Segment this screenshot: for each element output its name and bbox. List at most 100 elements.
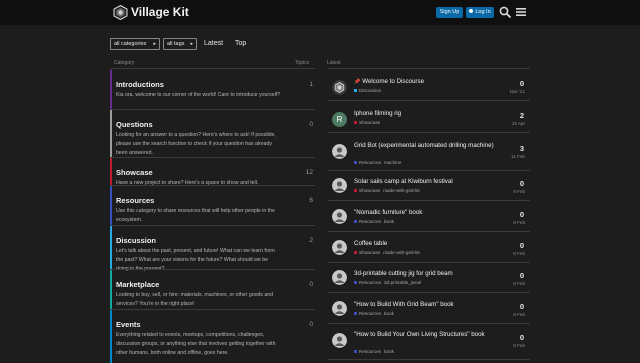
topic-category[interactable]: Showcase: [359, 250, 380, 255]
caret-right-icon: ▸: [153, 41, 156, 47]
topic-title[interactable]: Iphone filming rig: [354, 110, 494, 119]
category-row[interactable]: Discussion Let's talk about the past, pre…: [110, 226, 315, 272]
village-kit-logo-icon[interactable]: [113, 5, 128, 20]
divider: [328, 292, 530, 293]
category-badge-icon: [354, 219, 357, 223]
latest-column-header: Latest: [327, 60, 341, 66]
topic-reply-count: 3: [519, 144, 524, 153]
topic-title[interactable]: Grid Bot (experimental automated drillin…: [354, 142, 494, 151]
category-topic-count: 2: [309, 237, 313, 244]
topic-tag[interactable]: made-with-grid-kit: [383, 250, 420, 255]
category-row[interactable]: Marketplace Looking to buy, sell, or hire…: [110, 270, 315, 310]
person-icon: [469, 8, 474, 13]
topic-title[interactable]: 📌 Welcome to Discourse: [354, 78, 494, 87]
topic-row[interactable]: "Nomadic furniture" book Resources book 0 8 …: [330, 203, 530, 231]
log-in-button[interactable]: Log In: [466, 7, 494, 18]
topic-activity-date[interactable]: 8 Feb: [513, 281, 525, 286]
category-column-header: Category: [114, 60, 135, 66]
category-color-bar: [110, 70, 112, 110]
topic-activity-date[interactable]: 8 Feb: [513, 220, 525, 225]
divider: [110, 309, 315, 310]
divider: [328, 323, 530, 324]
topic-title[interactable]: 3d-printable cutting jig for grid beam: [354, 270, 494, 279]
avatar[interactable]: [332, 270, 347, 285]
avatar[interactable]: R: [332, 112, 347, 127]
topic-reply-count: 0: [519, 333, 524, 342]
topic-row[interactable]: 📌 Welcome to Discourse Discussion 0 Nov '21: [330, 72, 530, 100]
category-name[interactable]: Resources: [116, 196, 154, 205]
topic-meta: Showcase made-with-grid-kit: [354, 250, 420, 255]
avatar[interactable]: [332, 209, 347, 224]
categories-dropdown[interactable]: all categories ▸: [110, 38, 160, 50]
topic-tag[interactable]: book: [384, 349, 394, 354]
topic-category[interactable]: Resources: [359, 219, 381, 224]
category-badge-icon: [354, 160, 357, 164]
category-row[interactable]: Introductions Kia ora, welcome to our cor…: [110, 70, 315, 110]
avatar[interactable]: [332, 144, 347, 159]
topics-column-header: Topics: [295, 60, 310, 66]
topic-tag[interactable]: book: [384, 311, 394, 316]
avatar[interactable]: [332, 240, 347, 255]
topic-tag[interactable]: book: [384, 219, 394, 224]
topic-title[interactable]: "How to Build With Grid Beam" book: [354, 301, 494, 310]
topic-category[interactable]: Resources: [359, 311, 381, 316]
category-name[interactable]: Questions: [116, 120, 153, 129]
topic-category[interactable]: Resources: [359, 349, 381, 354]
topic-activity-date[interactable]: 11 Feb: [511, 154, 525, 159]
topic-row[interactable]: Coffee table Showcase made-with-grid-kit 0 8…: [330, 234, 530, 262]
topic-tag[interactable]: machine: [384, 160, 401, 165]
site-title[interactable]: Village Kit: [131, 5, 189, 20]
hamburger-menu-icon[interactable]: [515, 6, 527, 18]
topic-title[interactable]: "How to Build Your Own Living Structures…: [354, 331, 494, 340]
topic-activity-date[interactable]: 9 Feb: [513, 189, 525, 194]
category-name[interactable]: Showcase: [116, 168, 153, 177]
avatar[interactable]: [332, 178, 347, 193]
category-color-bar: [110, 310, 112, 363]
topic-category[interactable]: Resources: [359, 280, 381, 285]
avatar[interactable]: [332, 80, 347, 95]
nav-top-link[interactable]: Top: [235, 39, 246, 49]
category-name[interactable]: Events: [116, 320, 141, 329]
category-name[interactable]: Marketplace: [116, 280, 159, 289]
category-badge-icon: [354, 349, 357, 353]
topic-row[interactable]: R Iphone filming rig Showcase 2 19 Apr: [330, 104, 530, 132]
topic-row[interactable]: Solar sails camp at Kiwiburn festival Sho…: [330, 172, 530, 200]
topic-tag[interactable]: 3d-printable_jwoel: [384, 280, 421, 285]
divider: [328, 68, 530, 69]
topic-activity-date[interactable]: 19 Apr: [512, 121, 525, 126]
topic-category[interactable]: Discussion: [359, 88, 381, 93]
category-name[interactable]: Discussion: [116, 236, 156, 245]
tags-dropdown-label: all tags: [167, 41, 185, 47]
sign-up-button[interactable]: Sign Up: [436, 7, 463, 18]
topic-title[interactable]: "Nomadic furniture" book: [354, 209, 494, 218]
category-row[interactable]: Questions Looking for an answer to a ques…: [110, 110, 315, 158]
search-icon[interactable]: [499, 6, 511, 18]
topic-row[interactable]: 3d-printable cutting jig for grid beam Re…: [330, 264, 530, 292]
avatar[interactable]: [332, 301, 347, 316]
topic-row[interactable]: Grid Bot (experimental automated drillin…: [330, 136, 530, 170]
topic-activity-date[interactable]: Nov '21: [510, 89, 525, 94]
category-row[interactable]: Events Everything related to events, meet…: [110, 310, 315, 363]
topic-title-text: Solar sails camp at Kiwiburn festival: [354, 178, 453, 185]
topic-activity-date[interactable]: 8 Feb: [513, 251, 525, 256]
caret-right-icon: ▸: [190, 41, 193, 47]
topic-activity-date[interactable]: 8 Feb: [513, 312, 525, 317]
category-row[interactable]: Showcase Have a new project to share? Her…: [110, 158, 315, 186]
topic-title[interactable]: Coffee table: [354, 240, 494, 249]
category-topic-count: 0: [309, 321, 313, 328]
topic-row[interactable]: "How to Build Your Own Living Structures…: [330, 325, 530, 359]
topic-title[interactable]: Solar sails camp at Kiwiburn festival: [354, 178, 494, 187]
category-name[interactable]: Introductions: [116, 80, 164, 89]
topic-category[interactable]: Showcase: [359, 120, 380, 125]
tags-dropdown[interactable]: all tags ▸: [163, 38, 197, 50]
avatar[interactable]: [332, 333, 347, 348]
divider: [110, 269, 315, 270]
category-topic-count: 6: [309, 197, 313, 204]
topic-category[interactable]: Resources: [359, 160, 381, 165]
topic-activity-date[interactable]: 8 Feb: [513, 343, 525, 348]
category-row[interactable]: Resources Use this category to share reso…: [110, 186, 315, 226]
topic-tag[interactable]: made-with-grid-kit: [383, 188, 420, 193]
topic-category[interactable]: Showcase: [359, 188, 380, 193]
topic-row[interactable]: "How to Build With Grid Beam" book Resour…: [330, 295, 530, 323]
nav-latest-link[interactable]: Latest: [204, 39, 223, 49]
